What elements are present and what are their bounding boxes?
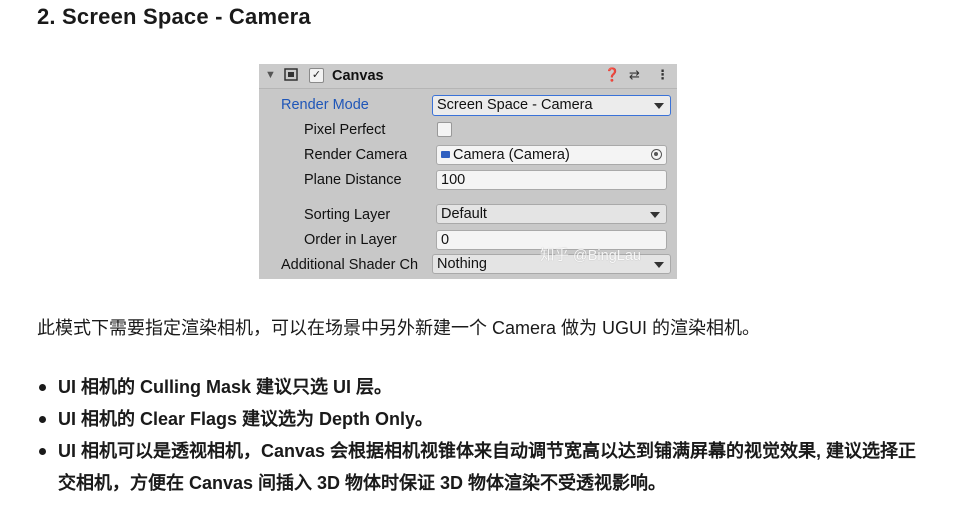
component-title: Canvas: [332, 68, 384, 84]
sorting-layer-value: Default: [441, 206, 487, 222]
component-header[interactable]: ▼ ✓ Canvas ❓ ⇄ ⋮: [259, 64, 677, 89]
help-icon[interactable]: ❓: [604, 67, 620, 83]
chevron-down-icon: [654, 262, 664, 268]
plane-distance-label: Plane Distance: [304, 172, 402, 188]
pixel-perfect-checkbox[interactable]: [437, 122, 452, 137]
plane-distance-value: 100: [441, 172, 466, 188]
list-item-text: UI 相机可以是透视相机，Canvas 会根据相机视锥体来自动调节宽高以达到铺满…: [58, 441, 917, 493]
component-enabled-checkbox[interactable]: ✓: [309, 68, 324, 83]
render-camera-object-field[interactable]: Camera (Camera): [436, 145, 667, 165]
list-item: UI 相机的 Culling Mask 建议只选 UI 层。: [37, 371, 917, 403]
watermark: 知乎 @BingLau: [540, 248, 641, 264]
render-mode-label: Render Mode: [281, 97, 369, 113]
bullet-icon: [39, 416, 46, 423]
render-mode-dropdown[interactable]: Screen Space - Camera: [432, 95, 671, 116]
bullet-icon: [39, 448, 46, 455]
bullet-icon: [39, 384, 46, 391]
sorting-layer-label: Sorting Layer: [304, 207, 391, 223]
canvas-component-icon: [284, 68, 298, 81]
foldout-arrow-icon[interactable]: ▼: [265, 69, 276, 81]
list-item-text: UI 相机的 Culling Mask 建议只选 UI 层。: [58, 377, 393, 397]
tips-list: UI 相机的 Culling Mask 建议只选 UI 层。 UI 相机的 Cl…: [37, 371, 917, 499]
list-item: UI 相机可以是透视相机，Canvas 会根据相机视锥体来自动调节宽高以达到铺满…: [37, 435, 918, 499]
section-heading: 2. Screen Space - Camera: [37, 4, 311, 29]
preset-icon[interactable]: ⇄: [629, 67, 640, 83]
object-picker-icon[interactable]: [651, 149, 662, 160]
order-in-layer-label: Order in Layer: [304, 232, 397, 248]
chevron-down-icon: [650, 212, 660, 218]
render-camera-label: Render Camera: [304, 147, 408, 163]
camera-icon: [441, 151, 450, 158]
kebab-menu-icon[interactable]: ⋮: [656, 67, 669, 83]
list-item-text: UI 相机的 Clear Flags 建议选为 Depth Only。: [58, 409, 434, 429]
pixel-perfect-label: Pixel Perfect: [304, 122, 386, 138]
plane-distance-input[interactable]: 100: [436, 170, 667, 190]
additional-shader-channels-value: Nothing: [437, 256, 487, 272]
chevron-down-icon: [654, 103, 664, 109]
sorting-layer-dropdown[interactable]: Default: [436, 204, 667, 224]
render-mode-value: Screen Space - Camera: [437, 97, 593, 113]
description-paragraph: 此模式下需要指定渲染相机，可以在场景中另外新建一个 Camera 做为 UGUI…: [37, 318, 761, 338]
list-item: UI 相机的 Clear Flags 建议选为 Depth Only。: [37, 403, 917, 435]
additional-shader-channels-label: Additional Shader Ch: [281, 257, 419, 273]
order-in-layer-value: 0: [441, 232, 450, 248]
render-camera-value: Camera (Camera): [453, 147, 570, 163]
